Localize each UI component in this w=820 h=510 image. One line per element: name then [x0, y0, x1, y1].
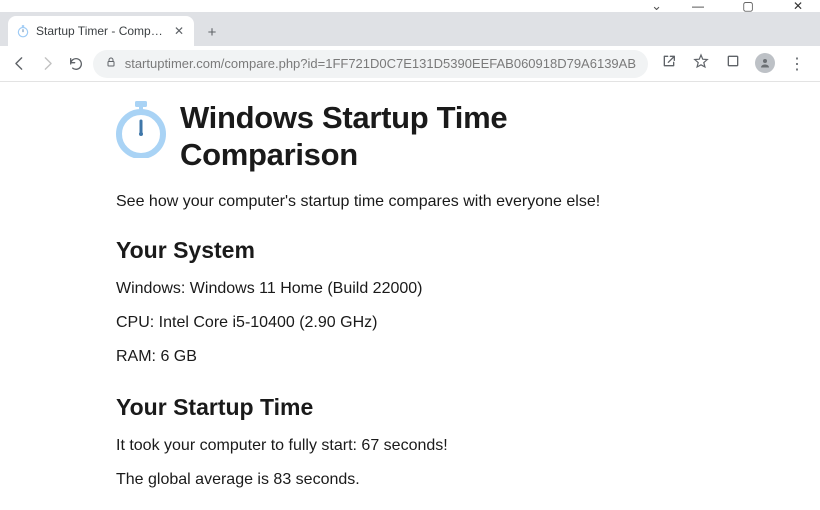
browser-tab-active[interactable]: Startup Timer - Compare Windo… ✕ — [8, 16, 194, 46]
intro-text: See how your computer's startup time com… — [116, 193, 660, 211]
profile-avatar[interactable] — [754, 53, 776, 74]
browser-toolbar: startuptimer.com/compare.php?id=1FF721D0… — [0, 46, 820, 82]
stopwatch-icon — [16, 24, 30, 38]
tab-title: Startup Timer - Compare Windo… — [36, 24, 166, 38]
spec-cpu: CPU: Intel Core i5-10400 (2.90 GHz) — [116, 314, 660, 332]
forward-button[interactable] — [36, 51, 58, 77]
share-icon[interactable] — [658, 53, 680, 74]
section-startup-time-heading: Your Startup Time — [116, 394, 660, 421]
bookmark-icon[interactable] — [690, 53, 712, 74]
window-chevron-icon[interactable]: ⌄ — [651, 0, 662, 14]
section-your-system-heading: Your System — [116, 237, 660, 264]
address-bar-url: startuptimer.com/compare.php?id=1FF721D0… — [125, 56, 636, 71]
window-titlebar: ⌄ — ▢ ✕ — [0, 0, 820, 12]
window-maximize-button[interactable]: ▢ — [734, 0, 762, 12]
spec-ram: RAM: 6 GB — [116, 348, 660, 366]
startup-time-yours: It took your computer to fully start: 67… — [116, 437, 660, 455]
startup-time-global: The global average is 83 seconds. — [116, 471, 660, 489]
new-tab-button[interactable]: + — [198, 18, 226, 46]
stopwatch-icon — [116, 100, 166, 158]
lock-icon — [105, 56, 117, 71]
address-bar[interactable]: startuptimer.com/compare.php?id=1FF721D0… — [93, 50, 648, 78]
page-viewport[interactable]: Windows Startup Time Comparison See how … — [0, 82, 820, 510]
reload-button[interactable] — [64, 51, 86, 77]
spec-os: Windows: Windows 11 Home (Build 22000) — [116, 280, 660, 298]
tab-close-button[interactable]: ✕ — [172, 24, 186, 38]
tab-strip: Startup Timer - Compare Windo… ✕ + — [0, 12, 820, 46]
window-minimize-button[interactable]: — — [684, 0, 712, 12]
back-button[interactable] — [8, 51, 30, 77]
extensions-icon[interactable] — [722, 53, 744, 74]
page-content: Windows Startup Time Comparison See how … — [0, 82, 700, 510]
browser-menu-button[interactable]: ⋮ — [786, 54, 808, 74]
page-title: Windows Startup Time Comparison — [180, 100, 660, 173]
window-close-button[interactable]: ✕ — [784, 0, 812, 12]
